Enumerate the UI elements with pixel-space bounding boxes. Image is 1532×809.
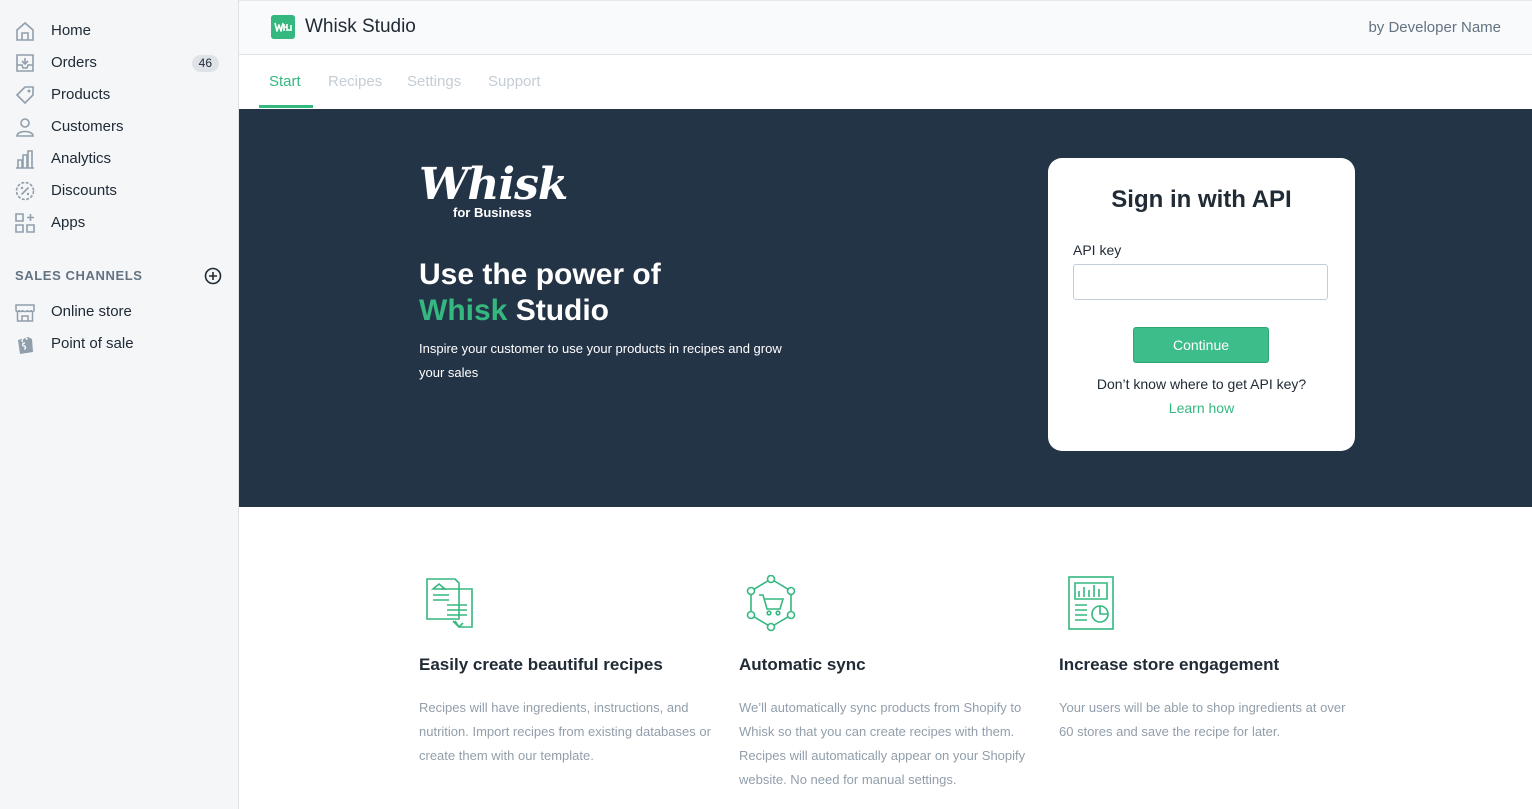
tag-icon (15, 86, 34, 105)
sales-channels-heading: SALES CHANNELS (15, 268, 143, 283)
bar-chart-icon (16, 150, 34, 169)
feature-title: Automatic sync (739, 655, 866, 674)
orders-count-badge: 46 (191, 55, 219, 72)
active-tab-indicator (259, 105, 313, 108)
hero-title-line1: Use the power of (419, 258, 661, 291)
shopping-bag-icon (18, 336, 33, 354)
sidebar-item-label: Apps (51, 214, 86, 231)
add-channel-icon[interactable] (204, 267, 222, 285)
feature-description: We’ll automatically sync products from S… (739, 700, 1026, 787)
discount-icon (15, 181, 35, 201)
tab-start[interactable]: Start (269, 73, 301, 90)
hero-title-accent: Whisk (419, 294, 508, 327)
api-key-label: API key (1073, 242, 1122, 258)
app-header: Whisk Studio by Developer Name (239, 0, 1532, 55)
sidebar-item-apps[interactable]: Apps (0, 207, 238, 239)
feature-description: Recipes will have ingredients, instructi… (419, 700, 711, 763)
sidebar-item-label: Point of sale (51, 335, 134, 352)
tab-bar: Start Recipes Settings Support (239, 55, 1532, 109)
signin-card: Sign in with API API key Continue Don’t … (1048, 158, 1355, 451)
orders-icon (16, 54, 34, 72)
developer-name: by Developer Name (1368, 19, 1501, 36)
sidebar-item-customers[interactable]: Customers (0, 111, 238, 143)
person-icon (16, 118, 34, 137)
sidebar-item-label: Analytics (51, 150, 112, 167)
sidebar-item-label: Online store (51, 303, 132, 320)
hero-title: Use the power of Whisk Studio (419, 257, 661, 329)
tab-recipes[interactable]: Recipes (328, 73, 382, 90)
api-help-text: Don’t know where to get API key? (1096, 376, 1307, 392)
api-key-input[interactable] (1073, 264, 1328, 300)
sidebar-item-online-store[interactable]: Online store (0, 296, 238, 328)
home-icon (16, 21, 34, 41)
cart-sync-icon (746, 575, 796, 632)
hero-title-rest: Studio (507, 294, 610, 327)
feature-description: Your users will be able to shop ingredie… (1059, 700, 1346, 739)
app-title: Whisk Studio (305, 16, 416, 37)
sidebar-item-orders[interactable]: Orders 46 (0, 47, 238, 79)
sidebar-item-label: Discounts (51, 182, 117, 199)
whisk-logo-icon (271, 15, 295, 39)
apps-icon (15, 213, 35, 233)
hero-subtitle: Inspire your customer to use your produc… (419, 341, 782, 380)
feature-title: Increase store engagement (1059, 655, 1280, 674)
continue-button[interactable]: Continue (1133, 327, 1269, 363)
sidebar-item-analytics[interactable]: Analytics (0, 143, 238, 175)
sidebar-item-label: Home (51, 22, 92, 39)
sidebar-item-products[interactable]: Products (0, 79, 238, 111)
brand-subtitle: for Business (453, 205, 532, 220)
whisk-brand-logo: Whisk (419, 159, 568, 210)
learn-how-link[interactable]: Learn how (1048, 400, 1355, 416)
tab-settings[interactable]: Settings (407, 73, 461, 90)
recipe-document-icon (426, 578, 473, 629)
report-chart-icon (1068, 576, 1114, 630)
sidebar-item-label: Customers (51, 118, 124, 135)
sidebar-item-label: Products (51, 86, 111, 103)
sidebar-item-label: Orders (51, 54, 97, 71)
signin-title: Sign in with API (1111, 186, 1292, 213)
feature-title: Easily create beautiful recipes (419, 655, 663, 674)
sidebar-item-point-of-sale[interactable]: Point of sale (0, 328, 238, 360)
store-icon (15, 304, 35, 322)
sidebar-item-home[interactable]: Home (0, 15, 238, 47)
sidebar: Home Orders 46 Products Customers Analyt… (0, 0, 239, 809)
hero-section: Whisk for Business Use the power of Whis… (239, 109, 1532, 507)
sidebar-item-discounts[interactable]: Discounts (0, 175, 238, 207)
tab-support[interactable]: Support (488, 73, 541, 90)
